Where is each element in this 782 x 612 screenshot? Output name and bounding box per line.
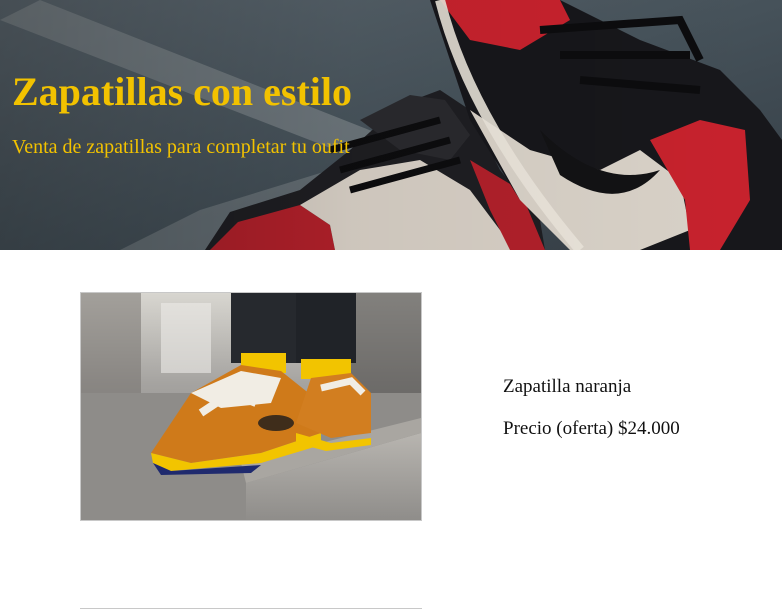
hero-sneakers-image: [0, 0, 782, 250]
next-product-image-edge: [80, 608, 422, 612]
page-title: Zapatillas con estilo: [12, 69, 353, 114]
product-info: Zapatilla naranja Precio (oferta) $24.00…: [503, 376, 773, 440]
product-price: Precio (oferta) $24.000: [503, 418, 680, 439]
product-image: [80, 292, 422, 521]
hero-banner: Zapatillas con estilo Venta de zapatilla…: [0, 0, 782, 250]
product-name: Zapatilla naranja: [503, 376, 632, 397]
page-subtitle: Venta de zapatillas para completar tu ou…: [12, 136, 350, 158]
product-card: Zapatilla naranja Precio (oferta) $24.00…: [80, 292, 780, 522]
